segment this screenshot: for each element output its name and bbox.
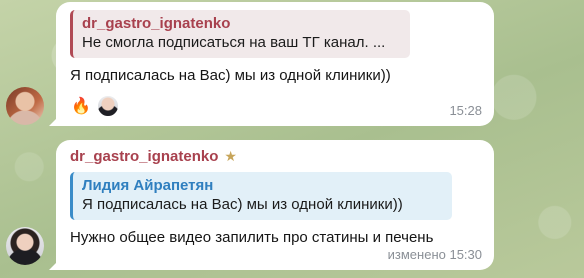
reply-author: dr_gastro_ignatenko xyxy=(82,15,231,32)
reply-author: Лидия Айрапетян xyxy=(82,177,214,194)
reply-text: Я подписалась на Вас) мы из одной клиник… xyxy=(82,196,403,213)
reply-text: Не смогла подписаться на ваш ТГ канал. .… xyxy=(82,34,386,51)
message-bubble[interactable]: dr_gastro_ignatenko ★ Лидия Айрапетян Я … xyxy=(49,140,494,270)
sender-avatar[interactable] xyxy=(6,227,44,265)
message-time: изменено 15:30 xyxy=(387,247,482,262)
reply-quote[interactable]: Лидия Айрапетян Я подписалась на Вас) мы… xyxy=(70,172,452,220)
message-text: Я подписалась на Вас) мы из одной клиник… xyxy=(70,67,391,84)
message-time: 15:28 xyxy=(449,103,482,118)
message-text: Нужно общее видео запилить про статины и… xyxy=(70,229,434,246)
sender-name[interactable]: dr_gastro_ignatenko xyxy=(70,148,218,165)
star-icon: ★ xyxy=(224,148,237,164)
reply-quote[interactable]: dr_gastro_ignatenko Не смогла подписатьс… xyxy=(70,10,410,58)
reactor-avatar[interactable] xyxy=(96,94,120,118)
bubble-tail xyxy=(49,258,61,270)
fire-reaction-icon[interactable]: 🔥 xyxy=(70,95,92,117)
message-bubble[interactable]: dr_gastro_ignatenko Не смогла подписатьс… xyxy=(49,2,494,126)
reactions[interactable]: 🔥 xyxy=(70,94,120,118)
sender-row: dr_gastro_ignatenko ★ xyxy=(70,148,482,165)
bubble-tail xyxy=(49,114,61,126)
sender-avatar[interactable] xyxy=(6,87,44,125)
